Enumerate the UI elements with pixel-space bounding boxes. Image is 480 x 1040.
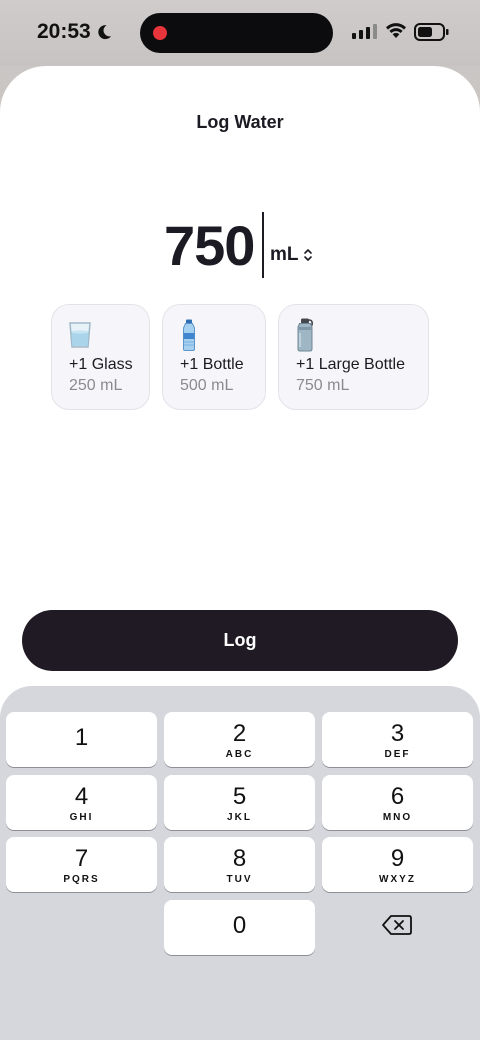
key-digit: 9 <box>390 845 405 872</box>
key-letters: DEF <box>384 749 411 760</box>
cellular-signal-icon <box>352 24 377 39</box>
key-digit: 4 <box>74 783 89 810</box>
status-time-text: 20:53 <box>37 20 91 43</box>
delete-backspace-icon[interactable] <box>381 913 413 937</box>
key-digit: 2 <box>232 720 247 747</box>
preset-label: +1 Large Bottle <box>296 356 405 373</box>
key-4[interactable]: 4 GHI <box>6 775 157 830</box>
text-caret <box>262 212 264 278</box>
key-letters: ABC <box>225 749 254 760</box>
key-letters: GHI <box>69 812 94 823</box>
log-button[interactable]: Log <box>22 610 458 671</box>
key-3[interactable]: 3 DEF <box>322 712 473 767</box>
key-digit: 0 <box>232 912 247 939</box>
preset-label: +1 Bottle <box>180 356 244 373</box>
key-7[interactable]: 7 PQRS <box>6 837 157 892</box>
key-letters: PQRS <box>63 874 100 885</box>
sheet-title: Log Water <box>196 112 284 132</box>
preset-list: +1 Glass 250 mL +1 Bottle 500 mL +1 Larg… <box>0 304 480 412</box>
battery-icon <box>414 23 449 41</box>
unit-picker-label[interactable]: mL <box>270 244 299 266</box>
preset-volume: 250 mL <box>69 377 123 394</box>
key-digit: 5 <box>232 783 247 810</box>
numeric-keypad: 1 2 ABC 3 DEF 4 GHI 5 JKL 6 MNO 7 PQRS 8… <box>0 686 480 1040</box>
glass-icon <box>69 322 91 348</box>
preset-volume: 500 mL <box>180 377 234 394</box>
preset-glass-button[interactable]: +1 Glass 250 mL <box>51 304 150 410</box>
status-time: 20:53 <box>37 20 113 44</box>
key-letters: MNO <box>382 812 413 823</box>
key-letters: TUV <box>226 874 253 885</box>
status-bar: 20:53 <box>0 0 480 66</box>
key-6[interactable]: 6 MNO <box>322 775 473 830</box>
key-8[interactable]: 8 TUV <box>164 837 315 892</box>
moon-icon <box>98 25 111 40</box>
key-5[interactable]: 5 JKL <box>164 775 315 830</box>
key-digit: 6 <box>390 783 405 810</box>
key-letters: JKL <box>227 812 252 823</box>
preset-large-bottle-button[interactable]: +1 Large Bottle 750 mL <box>278 304 429 410</box>
amount-value[interactable]: 750 <box>164 213 255 278</box>
key-0[interactable]: 0 <box>164 900 315 955</box>
wifi-icon <box>386 23 406 38</box>
amount-input[interactable]: 750 mL <box>0 208 480 278</box>
chevron-up-down-icon[interactable] <box>303 248 313 262</box>
key-digit: 8 <box>232 845 247 872</box>
key-digit: 3 <box>390 720 405 747</box>
key-2[interactable]: 2 ABC <box>164 712 315 767</box>
key-digit: 1 <box>74 724 89 751</box>
key-9[interactable]: 9 WXYZ <box>322 837 473 892</box>
recording-indicator-icon <box>153 26 167 40</box>
dynamic-island <box>140 13 333 53</box>
preset-volume: 750 mL <box>296 377 350 394</box>
key-digit: 7 <box>74 845 89 872</box>
preset-bottle-button[interactable]: +1 Bottle 500 mL <box>162 304 266 410</box>
key-letters: WXYZ <box>379 874 416 885</box>
large-bottle-icon <box>297 318 313 352</box>
preset-label: +1 Glass <box>69 356 133 373</box>
bottle-icon <box>183 319 195 351</box>
key-1[interactable]: 1 <box>6 712 157 767</box>
